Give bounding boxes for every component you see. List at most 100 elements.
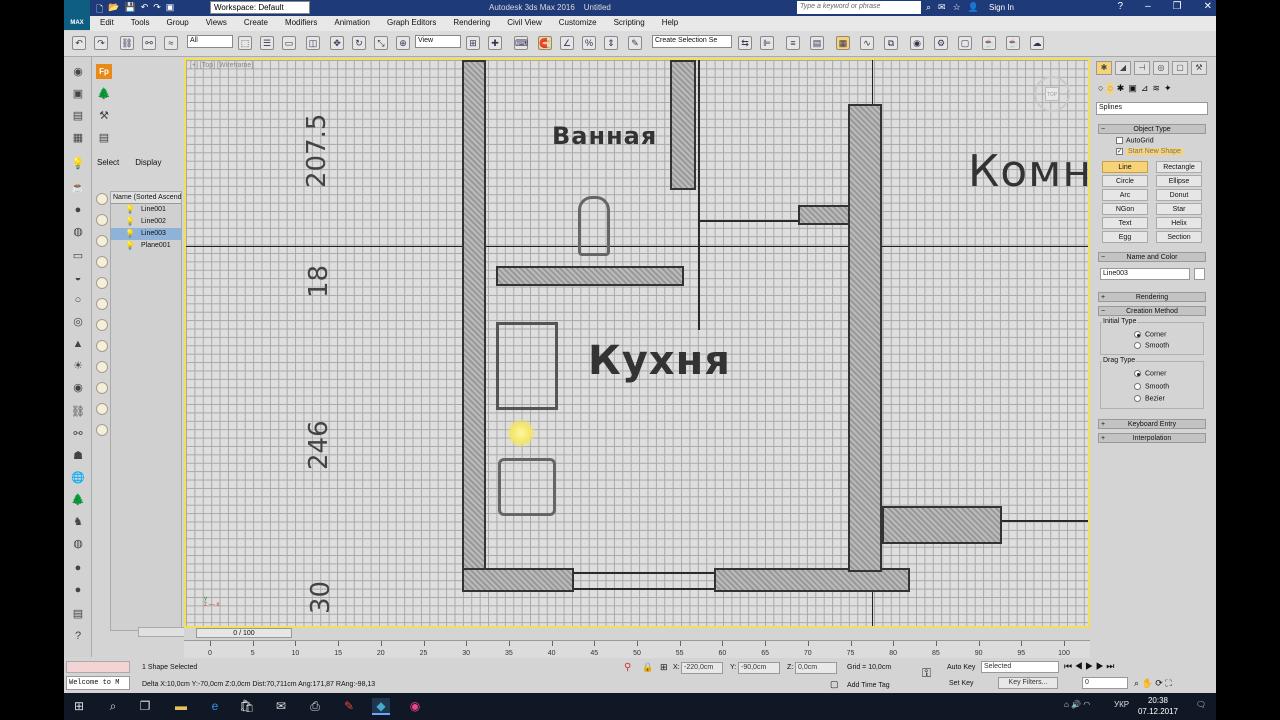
x-coordinate-field[interactable]: -220,0cm: [681, 662, 723, 674]
hierarchy-tab-icon[interactable]: ⊣: [1134, 61, 1150, 75]
filter-containers-icon[interactable]: [96, 382, 108, 394]
maximize-button[interactable]: ❐: [1173, 1, 1182, 12]
line-button[interactable]: Line: [1102, 161, 1148, 173]
help-circle-icon[interactable]: ?: [70, 629, 86, 643]
selection-filter-dropdown[interactable]: All: [187, 35, 233, 48]
previous-frame-icon[interactable]: ◀: [1075, 661, 1083, 671]
search-icon[interactable]: ⌕: [104, 698, 122, 715]
section-button[interactable]: Section: [1156, 231, 1202, 243]
percent-snap-icon[interactable]: %: [582, 36, 596, 50]
donut-button[interactable]: Donut: [1156, 189, 1202, 201]
initial-corner-radio[interactable]: Corner: [1134, 331, 1166, 338]
ribbon-toggle-icon[interactable]: ▤: [810, 36, 824, 50]
orbit-icon[interactable]: ⟳: [1155, 678, 1163, 688]
shapes-icon[interactable]: ◌: [1107, 83, 1113, 94]
chain-icon[interactable]: ⛓: [70, 405, 86, 419]
bulb-icon[interactable]: 💡: [125, 205, 135, 214]
go-to-end-icon[interactable]: ⏭: [1106, 661, 1114, 671]
helpers-icon[interactable]: ⊿: [1141, 83, 1149, 94]
menu-customize[interactable]: Customize: [549, 16, 604, 31]
filter-helpers-icon[interactable]: [96, 277, 108, 289]
ngon-button[interactable]: NGon: [1102, 203, 1148, 215]
globe-icon[interactable]: ◍: [70, 225, 86, 239]
object-color-swatch[interactable]: [1194, 268, 1205, 280]
z-coordinate-field[interactable]: 0,0cm: [795, 662, 837, 674]
absolute-mode-icon[interactable]: ⊞: [660, 662, 668, 673]
minimize-button[interactable]: –: [1145, 1, 1151, 12]
motion-tab-icon[interactable]: ◎: [1153, 61, 1169, 75]
key-selection-dropdown[interactable]: Selected: [981, 661, 1059, 673]
rect-selection-icon[interactable]: ▭: [282, 36, 296, 50]
teapot-icon[interactable]: ☕: [70, 181, 86, 195]
wifi-icon[interactable]: ◠: [1083, 700, 1090, 709]
key-filters-button[interactable]: Key Filters...: [998, 677, 1058, 689]
earth-icon[interactable]: 🌐: [70, 471, 86, 485]
favorites-star-icon[interactable]: ☆: [953, 2, 961, 13]
unlink-icon[interactable]: ⚯: [142, 36, 156, 50]
top-viewport[interactable]: [+] [Top] [Wireframe] Ванная Кухня Комн …: [184, 58, 1090, 628]
utilities-tab-icon[interactable]: ⚒: [1191, 61, 1207, 75]
drag-bezier-radio[interactable]: Bezier: [1134, 395, 1165, 402]
list-item[interactable]: 💡 Line001: [111, 204, 181, 216]
sign-in-link[interactable]: Sign In: [989, 3, 1014, 12]
menu-scripting[interactable]: Scripting: [604, 16, 652, 31]
select-by-name-icon[interactable]: ☰: [260, 36, 274, 50]
rollout-object-type[interactable]: − Object Type: [1098, 124, 1206, 134]
systems-icon[interactable]: ✦: [1164, 83, 1172, 94]
rollout-creation-method[interactable]: − Creation Method: [1098, 306, 1206, 316]
helix-button[interactable]: Helix: [1156, 217, 1202, 229]
autogrid-checkbox[interactable]: AutoGrid: [1116, 137, 1154, 144]
rendered-frame-window-icon[interactable]: ▢: [958, 36, 972, 50]
torus-icon[interactable]: ◎: [70, 315, 86, 329]
notifications-icon[interactable]: 🗨: [1196, 700, 1206, 709]
go-to-start-icon[interactable]: ⏮: [1064, 661, 1072, 671]
rotate-icon[interactable]: ↻: [352, 36, 366, 50]
bulb-icon[interactable]: 💡: [125, 241, 135, 250]
menu-edit[interactable]: Edit: [90, 16, 121, 31]
menu-help[interactable]: Help: [652, 16, 685, 31]
a360-icon[interactable]: ☁: [1030, 36, 1044, 50]
bulb-icon[interactable]: 💡: [125, 217, 135, 226]
binoculars-icon[interactable]: ⌕: [926, 2, 931, 13]
curve-editor-icon[interactable]: ∿: [860, 36, 874, 50]
menu-civil-view[interactable]: Civil View: [497, 16, 549, 31]
place-icon[interactable]: ⊕: [396, 36, 410, 50]
volume-icon[interactable]: 🔊: [1071, 700, 1081, 709]
key-icon[interactable]: ⚿: [922, 666, 931, 681]
y-coordinate-field[interactable]: -90,0cm: [738, 662, 780, 674]
menu-create[interactable]: Create: [234, 16, 275, 31]
filter-shapes-icon[interactable]: [96, 214, 108, 226]
filter-groups-icon[interactable]: [96, 319, 108, 331]
filter-hidden-icon[interactable]: [96, 424, 108, 436]
menu-modifiers[interactable]: Modifiers: [275, 16, 324, 31]
cameras-icon[interactable]: ▣: [1128, 83, 1137, 94]
filter-frozen-icon[interactable]: [96, 403, 108, 415]
link-icon[interactable]: ⛓: [120, 36, 134, 50]
maxscript-listener-input[interactable]: [66, 661, 130, 673]
geometry-icon[interactable]: ○: [1098, 83, 1103, 94]
layout-icon[interactable]: ▣: [70, 87, 86, 101]
maximize-viewport-icon[interactable]: ⛶: [1165, 678, 1171, 688]
max-logo-button[interactable]: MAX: [64, 0, 90, 30]
script-icon[interactable]: ▤: [70, 607, 86, 621]
user-icon[interactable]: 👤: [968, 2, 979, 13]
sun-icon[interactable]: ☀: [70, 359, 86, 373]
viewport-label[interactable]: [+] [Top] [Wireframe]: [190, 62, 253, 69]
render-iterative-icon[interactable]: ☕: [1006, 36, 1020, 50]
angle-snap-icon[interactable]: ∠: [560, 36, 574, 50]
next-frame-icon[interactable]: ▶: [1096, 661, 1104, 671]
menu-animation[interactable]: Animation: [324, 16, 377, 31]
sphere-icon[interactable]: ●: [70, 203, 86, 217]
current-frame-field[interactable]: 0: [1082, 677, 1128, 689]
rollout-rendering[interactable]: + Rendering: [1098, 292, 1206, 302]
menu-views[interactable]: Views: [196, 16, 234, 31]
tab-display[interactable]: Display: [135, 158, 161, 167]
viewcube[interactable]: TOP: [1034, 76, 1070, 112]
system-clock[interactable]: 20:38 07.12.2017: [1138, 695, 1178, 717]
text-button[interactable]: Text: [1102, 217, 1148, 229]
rock-icon[interactable]: ◍: [70, 537, 86, 551]
lights-icon[interactable]: ✱: [1117, 83, 1125, 94]
store-icon[interactable]: 🛍: [238, 698, 256, 715]
close-button[interactable]: ✕: [1204, 1, 1212, 12]
sphere-gray-icon[interactable]: ●: [70, 583, 86, 597]
